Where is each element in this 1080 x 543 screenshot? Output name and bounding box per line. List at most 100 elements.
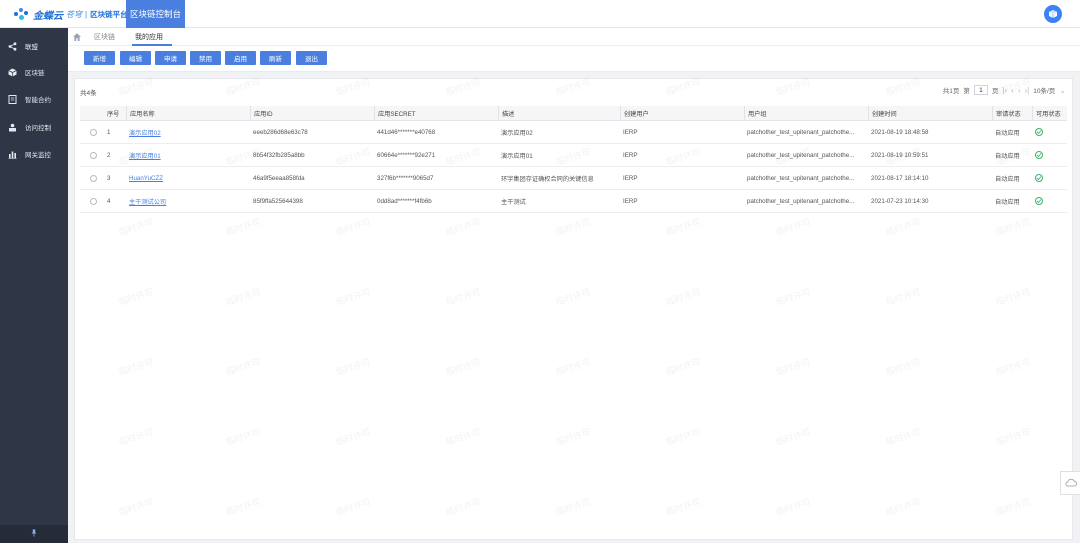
row-index: 1	[107, 128, 111, 136]
created-time: 2021-07-23 10:14:30	[871, 197, 929, 205]
check-circle-icon	[1035, 174, 1043, 182]
refresh-button[interactable]: 刷新	[260, 51, 291, 65]
row-index: 3	[107, 174, 111, 182]
sidebar-item-smart-contract[interactable]: 智能合约	[0, 85, 68, 113]
app-secret: 60664e*******92e271	[377, 151, 436, 159]
sidebar-item-label: 网关监控	[25, 152, 51, 159]
sidebar-pin-button[interactable]	[0, 525, 68, 543]
header-select	[80, 106, 104, 120]
next-page-icon[interactable]: ›	[1018, 86, 1021, 95]
created-time: 2021-08-19 18:48:58	[871, 128, 929, 136]
table-row[interactable]: 4 主干测试公司 85f9ffa525644398 0dd8ad*******f…	[80, 190, 1067, 213]
header-created-time: 创建时间	[868, 106, 992, 120]
creator: IERP	[623, 128, 638, 136]
platform-name: 区块链平台	[90, 9, 128, 19]
sidebar-item-alliance[interactable]: 联盟	[0, 32, 68, 60]
app-id: 85f9ffa525644398	[253, 197, 303, 205]
app-description: 环宇集团存证确权合同的关键信息	[501, 175, 594, 183]
apply-status: 自动应用	[995, 175, 1020, 183]
logo-icon	[14, 7, 30, 21]
app-description: 演示应用02	[501, 129, 533, 137]
app-name-link[interactable]: 演示应用02	[126, 121, 250, 143]
edit-button[interactable]: 编辑	[120, 51, 151, 65]
row-index: 4	[107, 197, 111, 205]
home-icon[interactable]	[72, 32, 82, 42]
user-group: patchother_test_upitenant_patchothe...	[747, 151, 855, 159]
toolbar: 新增 编辑 申请 禁用 启用 刷新 退出	[68, 46, 1080, 72]
breadcrumb-my-apps[interactable]: 我的应用	[135, 32, 163, 42]
pager-total-pages: 共1页	[942, 88, 960, 95]
app-secret: 0dd8ad*******f4fb6b	[377, 197, 432, 205]
apply-status: 自动应用	[995, 152, 1020, 160]
cube-icon[interactable]	[1044, 5, 1062, 23]
breadcrumb: 区块链 我的应用	[68, 28, 1080, 46]
app-secret: 327f6b*******9065d7	[377, 174, 434, 182]
chevron-down-icon[interactable]: ⌄	[1059, 86, 1066, 95]
pager-page-suffix: 页	[991, 88, 999, 95]
content-panel: 共4条 共1页 第 1 页 |‹ ‹ › ›| 10条/页 ⌄ 序号 应用名称 …	[74, 78, 1073, 540]
logo-brand-sub: 苍穹	[66, 9, 82, 19]
pager-page-label: 第	[963, 88, 970, 95]
cube-icon	[7, 67, 17, 77]
sidebar: 联盟 区块链 智能合约 访问控制 网关监控	[0, 28, 68, 543]
creator: IERP	[623, 174, 638, 182]
sidebar-item-label: 区块链	[25, 70, 45, 77]
header-app-secret: 应用SECRET	[374, 106, 498, 120]
sidebar-item-blockchain[interactable]: 区块链	[0, 58, 68, 86]
pagination: 共1页 第 1 页 |‹ ‹ › ›| 10条/页 ⌄	[943, 84, 1066, 96]
check-circle-icon	[1035, 128, 1043, 136]
breadcrumb-blockchain[interactable]: 区块链	[94, 32, 115, 42]
add-button[interactable]: 新增	[84, 51, 115, 65]
row-index: 2	[107, 151, 111, 159]
first-page-icon[interactable]: |‹	[1002, 86, 1007, 95]
creator: IERP	[623, 151, 638, 159]
header-index: 序号	[107, 110, 120, 118]
apply-status: 自动应用	[995, 129, 1020, 137]
last-page-icon[interactable]: ›|	[1025, 86, 1030, 95]
exit-button[interactable]: 退出	[296, 51, 327, 65]
table-row[interactable]: 3 HuanYuCZZ 46a9f5eeaa858fda 327f6b*****…	[80, 167, 1067, 190]
enable-button[interactable]: 启用	[225, 51, 256, 65]
bar-chart-icon	[7, 149, 17, 159]
total-count: 共4条	[80, 90, 97, 97]
header-app-id: 应用ID	[250, 106, 374, 120]
row-radio[interactable]	[90, 197, 97, 205]
header-description: 描述	[498, 106, 620, 120]
header-creator: 创建用户	[620, 106, 744, 120]
logo: 金蝶云 苍穹 | 区块链平台	[14, 6, 128, 22]
sidebar-item-access-control[interactable]: 访问控制	[0, 113, 68, 141]
table-row[interactable]: 2 演示应用01 8b54f32fb285a8bb 60664e*******9…	[80, 144, 1067, 167]
apply-status: 自动应用	[995, 198, 1020, 206]
app-name-link[interactable]: 演示应用01	[126, 144, 250, 166]
app-secret: 441d46*******e40768	[377, 128, 436, 136]
logo-brand: 金蝶云	[33, 10, 63, 22]
apply-button[interactable]: 申请	[155, 51, 186, 65]
row-radio[interactable]	[90, 174, 97, 182]
creator: IERP	[623, 197, 638, 205]
app-name-link[interactable]: HuanYuCZZ	[126, 167, 250, 189]
app-name-link[interactable]: 主干测试公司	[126, 190, 250, 212]
row-radio[interactable]	[90, 128, 97, 136]
user-group: patchother_test_upitenant_patchothe...	[747, 174, 855, 182]
app-description: 演示应用01	[501, 152, 533, 160]
prev-page-icon[interactable]: ‹	[1011, 86, 1014, 95]
row-radio[interactable]	[90, 151, 97, 159]
check-circle-icon	[1035, 197, 1043, 205]
app-id: eeeb286d68e63c78	[253, 128, 308, 136]
page-size-select[interactable]: 10条/页	[1033, 85, 1055, 95]
sidebar-item-label: 智能合约	[25, 97, 51, 104]
user-lock-icon	[7, 122, 17, 132]
user-group: patchother_test_upitenant_patchothe...	[747, 128, 855, 136]
tab-blockchain-console[interactable]: 区块链控制台	[126, 0, 185, 28]
page-input[interactable]: 1	[973, 85, 988, 95]
table-row[interactable]: 1 演示应用02 eeeb286d68e63c78 441d46*******e…	[80, 121, 1067, 144]
disable-button[interactable]: 禁用	[190, 51, 221, 65]
table-header: 序号 应用名称 应用ID 应用SECRET 描述 创建用户 用户组 创建时间 审…	[80, 106, 1067, 121]
header-app-name: 应用名称	[126, 106, 250, 120]
created-time: 2021-08-19 10:59:51	[871, 151, 929, 159]
sidebar-item-gateway-monitor[interactable]: 网关监控	[0, 140, 68, 168]
app-id: 46a9f5eeaa858fda	[253, 174, 305, 182]
header-apply-status: 审请状态	[992, 106, 1032, 120]
cloud-upload-button[interactable]	[1060, 471, 1080, 495]
header-user-group: 用户组	[744, 106, 868, 120]
